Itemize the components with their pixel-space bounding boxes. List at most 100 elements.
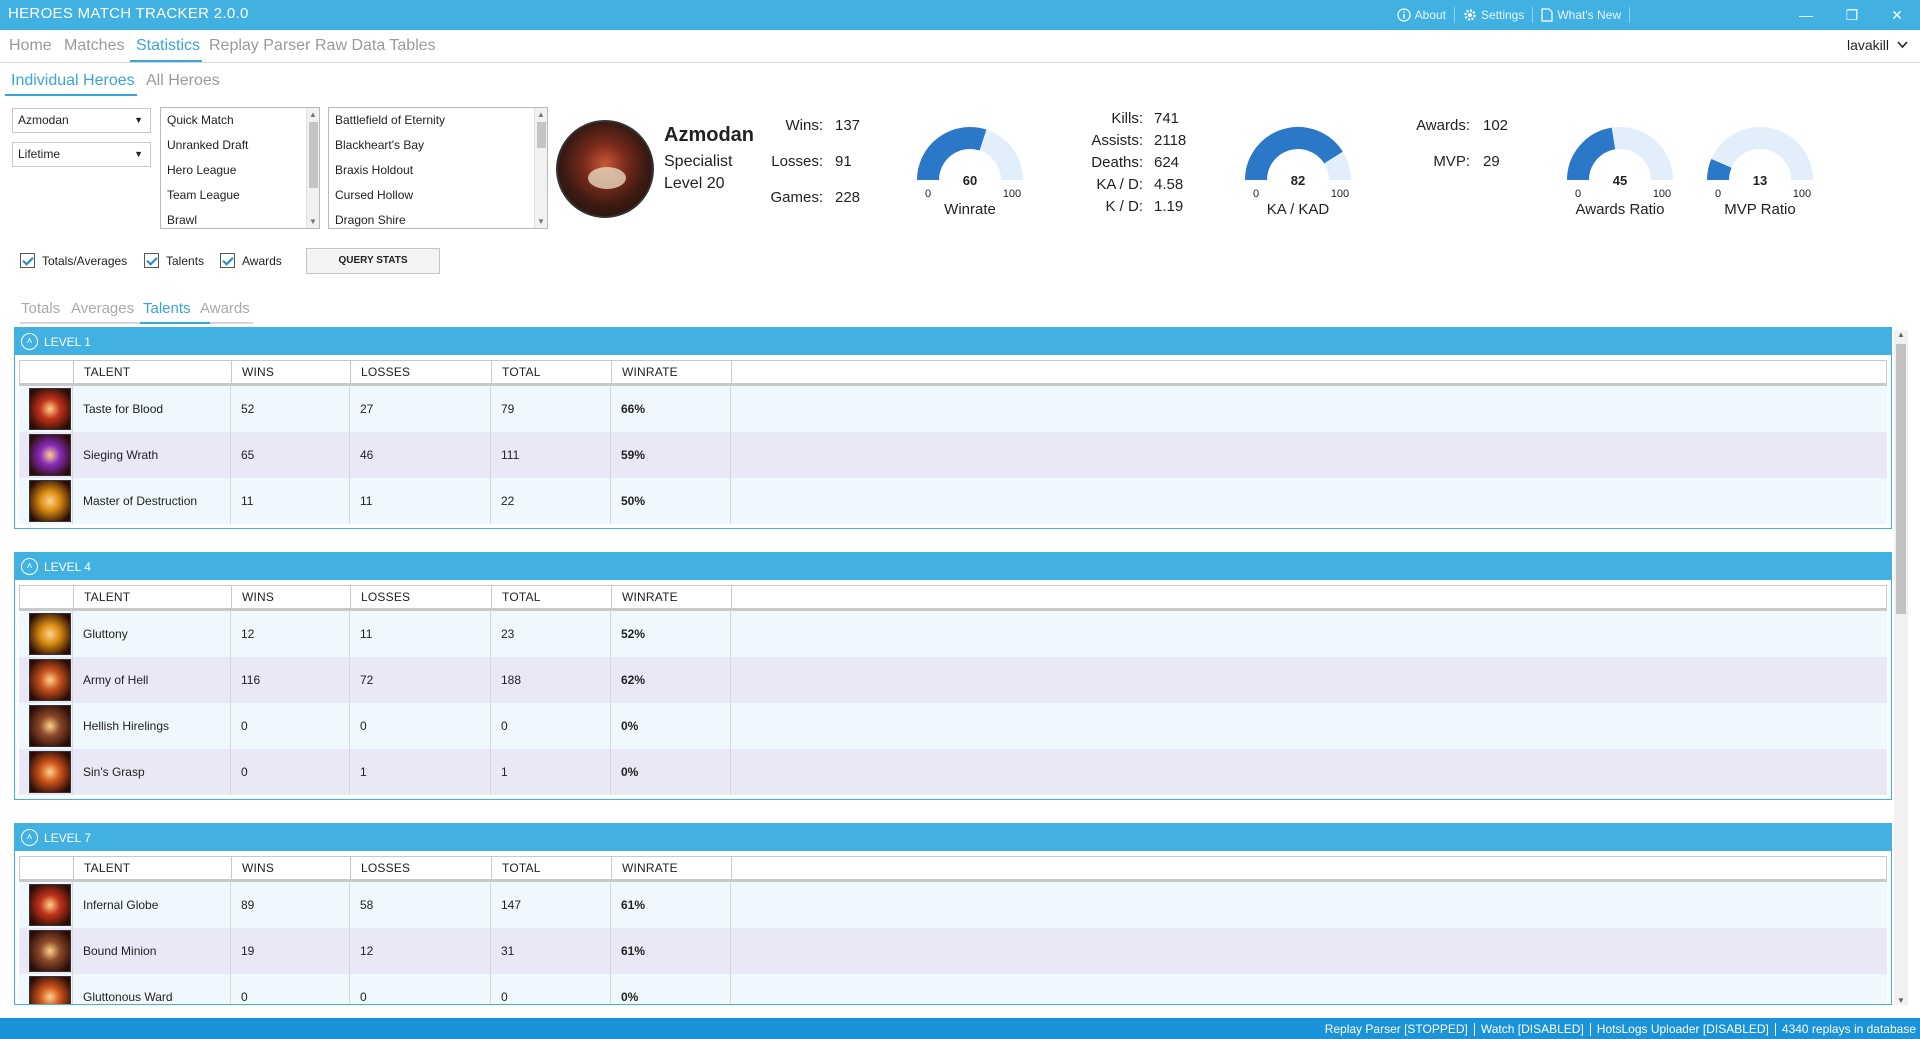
tab-talents[interactable]: Talents [143, 300, 191, 317]
status-watch: Watch [DISABLED] [1480, 1022, 1584, 1036]
tab-all-heroes[interactable]: All Heroes [146, 72, 220, 90]
list-item[interactable]: Dragon Shire [329, 208, 547, 228]
tab-totals[interactable]: Totals [21, 300, 60, 317]
scroll-thumb[interactable] [1896, 344, 1906, 614]
list-item[interactable]: Blackheart's Bay [329, 133, 547, 158]
column-header-winrate[interactable]: WINRATE [612, 361, 732, 383]
list-item[interactable]: Quick Match [161, 108, 319, 133]
main-navigation: Home Matches Statistics Replay Parser Ra… [0, 33, 1920, 63]
ka-kad-gauge: 82 0 100 KA / KAD [1236, 118, 1366, 214]
tab-statistics[interactable]: Statistics [136, 37, 200, 55]
collapse-chevron-icon[interactable]: ˄ [21, 558, 38, 575]
column-header-talent[interactable]: TALENT [74, 361, 232, 383]
tab-individual-heroes[interactable]: Individual Heroes [11, 72, 135, 90]
tab-awards[interactable]: Awards [200, 300, 250, 317]
minimize-button[interactable]: — [1783, 0, 1829, 30]
level-header[interactable]: ˄ LEVEL 4 [15, 553, 1891, 580]
map-list[interactable]: Battlefield of Eternity Blackheart's Bay… [328, 107, 548, 229]
column-header-talent[interactable]: TALENT [74, 586, 232, 608]
level-header[interactable]: ˄ LEVEL 7 [15, 824, 1891, 851]
cell-total: 188 [491, 657, 611, 703]
gauge-min: 0 [925, 188, 931, 200]
list-item[interactable]: Brawl [161, 208, 319, 228]
scroll-up-icon[interactable]: ▲ [537, 110, 545, 119]
game-mode-list[interactable]: Quick Match Unranked Draft Hero League T… [160, 107, 320, 229]
user-selector[interactable]: lavakill [1847, 37, 1908, 53]
list-scrollbar[interactable]: ▲ ▼ [306, 108, 319, 228]
talent-grid: TALENT WINS LOSSES TOTAL WINRATE Taste for Bl… [19, 360, 1887, 524]
column-header-winrate[interactable]: WINRATE [612, 586, 732, 608]
whats-new-link[interactable]: What's New [1541, 8, 1621, 22]
awards-checkbox[interactable]: Awards [220, 253, 282, 268]
column-header-talent[interactable]: TALENT [74, 857, 232, 879]
tab-raw-data-tables[interactable]: Raw Data Tables [315, 37, 436, 55]
column-header-wins[interactable]: WINS [232, 586, 351, 608]
checkbox-checked-icon[interactable] [144, 253, 159, 268]
checkbox-checked-icon[interactable] [220, 253, 235, 268]
list-item[interactable]: Unranked Draft [161, 133, 319, 158]
table-row[interactable]: Hellish Hirelings 0 0 0 0% [19, 703, 1887, 749]
table-row[interactable]: Sieging Wrath 65 46 111 59% [19, 432, 1887, 478]
column-header-losses[interactable]: LOSSES [351, 586, 492, 608]
tab-matches[interactable]: Matches [64, 37, 124, 55]
list-scrollbar[interactable]: ▲ ▼ [534, 108, 547, 228]
cell-talent: Bound Minion [73, 928, 231, 974]
winrate-gauge: 60 0 100 Winrate [908, 118, 1038, 214]
totals-checkbox[interactable]: Totals/Averages [20, 253, 127, 268]
scroll-up-icon[interactable]: ▲ [309, 110, 317, 119]
cell-talent: Master of Destruction [73, 478, 231, 524]
talents-checkbox[interactable]: Talents [144, 253, 204, 268]
list-item[interactable]: Team League [161, 183, 319, 208]
cell-talent: Infernal Globe [73, 882, 231, 928]
column-header-losses[interactable]: LOSSES [351, 361, 492, 383]
tab-replay-parser[interactable]: Replay Parser [209, 37, 310, 55]
table-row[interactable]: Gluttony 12 11 23 52% [19, 611, 1887, 657]
settings-link[interactable]: Settings [1463, 8, 1524, 22]
table-row[interactable]: Taste for Blood 52 27 79 66% [19, 386, 1887, 432]
close-button[interactable]: ✕ [1874, 0, 1920, 30]
list-item[interactable]: Battlefield of Eternity [329, 108, 547, 133]
column-header-wins[interactable]: WINS [232, 857, 351, 879]
hero-dropdown[interactable]: Azmodan ▼ [12, 108, 151, 133]
titlebar-links: About Settings What's New [1397, 7, 1630, 23]
scroll-down-icon[interactable]: ▼ [537, 217, 545, 226]
column-header-total[interactable]: TOTAL [492, 361, 612, 383]
checkbox-checked-icon[interactable] [20, 253, 35, 268]
column-header-winrate[interactable]: WINRATE [612, 857, 732, 879]
column-header-total[interactable]: TOTAL [492, 857, 612, 879]
table-row[interactable]: Master of Destruction 11 11 22 50% [19, 478, 1887, 524]
table-row[interactable]: Army of Hell 116 72 188 62% [19, 657, 1887, 703]
scroll-down-icon[interactable]: ▼ [309, 217, 317, 226]
restore-button[interactable]: ❐ [1829, 0, 1875, 30]
status-separator [1774, 1023, 1776, 1036]
scroll-thumb[interactable] [537, 122, 546, 148]
hero-level: Level 20 [664, 175, 725, 192]
column-header-losses[interactable]: LOSSES [351, 857, 492, 879]
column-header-wins[interactable]: WINS [232, 361, 351, 383]
scroll-down-icon[interactable]: ▼ [1897, 996, 1905, 1005]
table-row[interactable]: Infernal Globe 89 58 147 61% [19, 882, 1887, 928]
tab-home[interactable]: Home [9, 37, 52, 55]
icon-cell [19, 974, 73, 1004]
table-row[interactable]: Sin's Grasp 0 1 1 0% [19, 749, 1887, 795]
collapse-chevron-icon[interactable]: ˄ [21, 829, 38, 846]
main-scrollbar[interactable]: ▲ ▼ [1894, 330, 1908, 1005]
list-item[interactable]: Hero League [161, 158, 319, 183]
season-dropdown[interactable]: Lifetime ▼ [12, 142, 151, 167]
scroll-thumb[interactable] [309, 122, 318, 188]
level-header[interactable]: ˄ LEVEL 1 [15, 328, 1891, 355]
gauge-value: 13 [1753, 173, 1767, 188]
cell-wins: 116 [231, 657, 350, 703]
gauge-fill [1567, 127, 1616, 181]
table-row[interactable]: Gluttonous Ward 0 0 0 0% [19, 974, 1887, 1004]
list-item[interactable]: Cursed Hollow [329, 183, 547, 208]
cell-losses: 58 [350, 882, 491, 928]
table-row[interactable]: Bound Minion 19 12 31 61% [19, 928, 1887, 974]
list-item[interactable]: Braxis Holdout [329, 158, 547, 183]
scroll-up-icon[interactable]: ▲ [1897, 330, 1905, 339]
tab-averages[interactable]: Averages [71, 300, 134, 317]
collapse-chevron-icon[interactable]: ˄ [21, 333, 38, 350]
about-link[interactable]: About [1397, 8, 1446, 22]
column-header-total[interactable]: TOTAL [492, 586, 612, 608]
query-stats-button[interactable]: QUERY STATS [306, 248, 440, 274]
